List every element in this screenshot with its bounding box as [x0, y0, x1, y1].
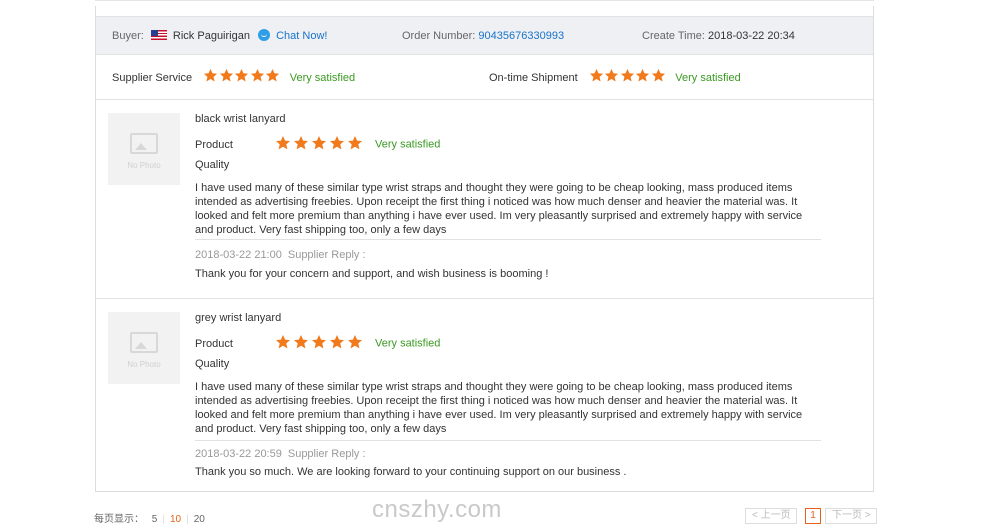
- separator: |: [162, 514, 165, 525]
- image-placeholder-icon: [130, 133, 158, 154]
- product-thumbnail[interactable]: No Photo: [108, 312, 180, 384]
- buyer-info: Buyer: Rick Paguirigan Chat Now!: [112, 17, 327, 56]
- reply-time: 2018-03-22 20:59: [195, 448, 282, 460]
- no-photo-label: No Photo: [127, 360, 161, 369]
- order-number-info: Order Number: 90435676330993: [402, 17, 564, 56]
- review-item: No Photo grey wrist lanyard Product Very …: [96, 300, 873, 490]
- supplier-reply-text: Thank you for your concern and support, …: [195, 268, 549, 280]
- supplier-reply-meta: 2018-03-22 20:59 Supplier Reply :: [195, 448, 366, 460]
- supplier-reply-text: Thank you so much. We are looking forwar…: [195, 466, 627, 478]
- page-size-selector: 每页显示： 5 | 10 | 20: [94, 510, 210, 525]
- product-rating: Product Very satisfied: [195, 135, 440, 153]
- star-icon: [589, 68, 604, 83]
- buyer-name: Rick Paguirigan: [172, 30, 250, 42]
- separator: |: [186, 514, 189, 525]
- create-time-label: Create Time:: [642, 30, 705, 42]
- supplier-reply-label: Supplier Reply :: [287, 249, 366, 261]
- star-icon: [293, 135, 309, 151]
- divider: [195, 239, 821, 240]
- feedback-panel: Buyer: Rick Paguirigan Chat Now! Order N…: [95, 6, 874, 492]
- reply-time: 2018-03-22 21:00: [195, 249, 282, 261]
- current-page-button[interactable]: 1: [805, 508, 821, 524]
- ontime-shipment-result: Very satisfied: [675, 72, 741, 84]
- supplier-reply-label: Supplier Reply :: [287, 448, 366, 460]
- star-icon: [250, 68, 265, 83]
- star-icon: [329, 334, 345, 350]
- us-flag-icon: [150, 30, 167, 40]
- order-number-link[interactable]: 90435676330993: [478, 30, 564, 42]
- star-icon: [347, 334, 363, 350]
- pagination: < 上一页 1 下一页 >: [745, 508, 877, 524]
- product-name: black wrist lanyard: [195, 113, 286, 125]
- supplier-service-result: Very satisfied: [289, 72, 356, 84]
- star-icon: [651, 68, 666, 83]
- star-rating: [589, 58, 667, 102]
- order-number-label: Order Number:: [402, 30, 476, 42]
- star-icon: [203, 68, 218, 83]
- page-size-option[interactable]: 20: [194, 514, 205, 525]
- product-name: grey wrist lanyard: [195, 312, 282, 324]
- supplier-service-rating: Supplier Service Very satisfied: [112, 56, 355, 100]
- service-ratings-row: Supplier Service Very satisfied On-time …: [96, 56, 873, 100]
- page-size-option[interactable]: 5: [152, 514, 158, 525]
- create-time-info: Create Time: 2018-03-22 20:34: [642, 17, 795, 56]
- star-icon: [635, 68, 650, 83]
- star-icon: [347, 135, 363, 151]
- quality-label: Quality: [195, 358, 230, 370]
- product-rating-result: Very satisfied: [375, 337, 441, 350]
- star-icon: [329, 135, 345, 151]
- per-page-label: 每页显示：: [94, 514, 144, 525]
- star-rating: [275, 135, 365, 154]
- star-icon: [275, 135, 291, 151]
- star-icon: [219, 68, 234, 83]
- product-label: Product: [195, 138, 233, 151]
- product-rating: Product Very satisfied: [195, 334, 440, 352]
- ontime-shipment-rating: On-time Shipment Very satisfied: [489, 56, 741, 100]
- star-icon: [620, 68, 635, 83]
- order-header: Buyer: Rick Paguirigan Chat Now! Order N…: [96, 16, 873, 55]
- create-time-value: 2018-03-22 20:34: [708, 30, 795, 42]
- ontime-shipment-label: On-time Shipment: [489, 72, 578, 84]
- star-icon: [234, 68, 249, 83]
- image-placeholder-icon: [130, 332, 158, 353]
- review-text: I have used many of these similar type w…: [195, 381, 803, 435]
- star-icon: [311, 135, 327, 151]
- supplier-service-label: Supplier Service: [112, 72, 193, 84]
- quality-label: Quality: [195, 159, 230, 171]
- star-rating: [203, 58, 281, 102]
- review-item: No Photo black wrist lanyard Product Very…: [96, 101, 873, 299]
- chat-now-link[interactable]: Chat Now!: [276, 30, 327, 42]
- star-icon: [311, 334, 327, 350]
- review-text: I have used many of these similar type w…: [195, 182, 803, 236]
- buyer-label: Buyer:: [112, 30, 144, 42]
- product-label: Product: [195, 337, 233, 350]
- star-icon: [604, 68, 619, 83]
- product-thumbnail[interactable]: No Photo: [108, 113, 180, 185]
- product-rating-result: Very satisfied: [375, 138, 441, 151]
- page-size-option-selected[interactable]: 10: [170, 514, 181, 525]
- watermark: cnszhy.com: [372, 496, 502, 523]
- divider: [195, 440, 821, 441]
- star-icon: [275, 334, 291, 350]
- chat-icon[interactable]: [258, 29, 271, 41]
- next-page-button[interactable]: 下一页 >: [825, 508, 877, 524]
- prev-page-button[interactable]: < 上一页: [745, 508, 797, 524]
- star-icon: [293, 334, 309, 350]
- supplier-reply-meta: 2018-03-22 21:00 Supplier Reply :: [195, 249, 366, 261]
- star-rating: [275, 334, 365, 353]
- star-icon: [265, 68, 280, 83]
- no-photo-label: No Photo: [127, 161, 161, 170]
